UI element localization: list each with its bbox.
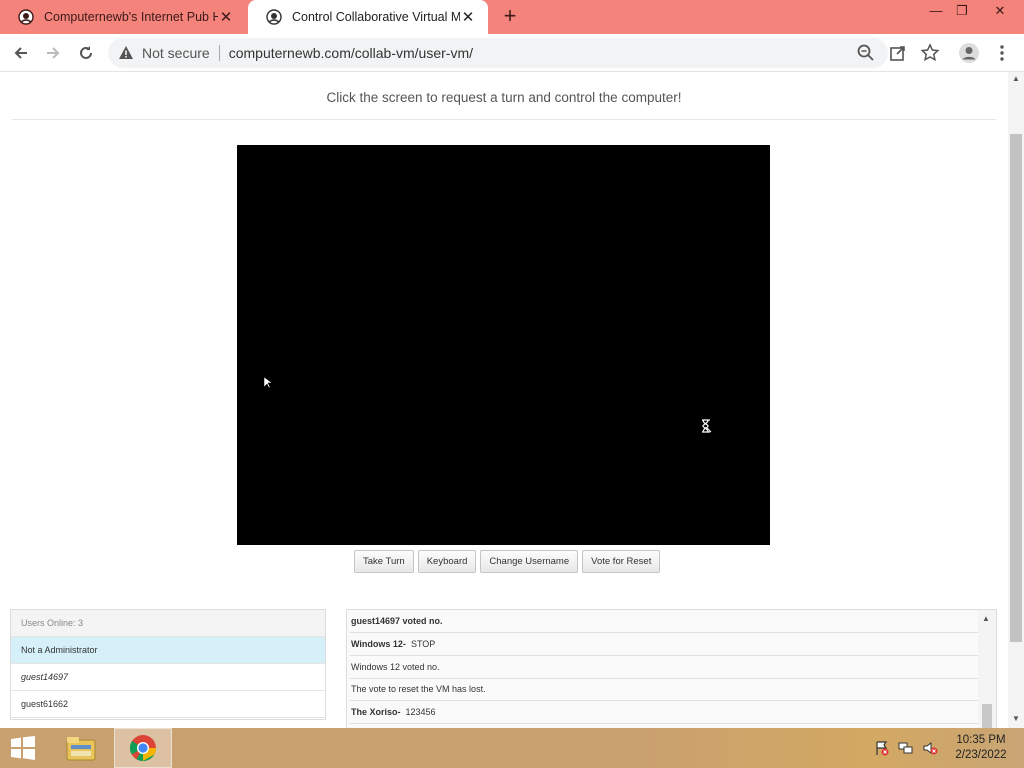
- scroll-up-arrow-icon[interactable]: ▲: [982, 614, 990, 623]
- users-online-count: Users Online: 3: [11, 610, 325, 637]
- chat-message: Windows 12 voted no.: [350, 656, 980, 679]
- chrome-taskbar-button[interactable]: [114, 728, 172, 768]
- chat-text: STOP: [410, 639, 436, 649]
- divider: [218, 45, 220, 61]
- user-list-item[interactable]: guest61662: [11, 691, 325, 718]
- profile-avatar-icon[interactable]: [958, 42, 980, 64]
- instruction-text: Click the screen to request a turn and c…: [326, 90, 682, 105]
- tab-collab-vm[interactable]: Control Collaborative Virtual Machine ✕: [248, 0, 488, 34]
- page-content: Click the screen to request a turn and c…: [0, 72, 1008, 728]
- warning-icon[interactable]: [118, 45, 134, 61]
- forward-arrow-icon[interactable]: [40, 40, 66, 66]
- chat-log[interactable]: guest14697 voted no. Windows 12- STOP Wi…: [346, 609, 997, 728]
- mouse-cursor-icon: [264, 377, 272, 389]
- windows-start-icon[interactable]: [8, 735, 38, 761]
- bookmark-star-icon[interactable]: [919, 42, 941, 64]
- site-favicon-icon: [266, 9, 282, 25]
- scroll-thumb[interactable]: [982, 704, 992, 728]
- scroll-down-arrow-icon[interactable]: ▼: [1011, 714, 1021, 723]
- vote-reset-button[interactable]: Vote for Reset: [582, 550, 661, 573]
- site-favicon-icon: [18, 9, 34, 25]
- take-turn-button[interactable]: Take Turn: [354, 550, 414, 573]
- share-icon[interactable]: [887, 42, 909, 64]
- close-window-button[interactable]: ✕: [985, 0, 1015, 24]
- chat-username: The Xoriso-: [351, 707, 401, 717]
- users-online-panel: Users Online: 3 Not a Administrator gues…: [10, 609, 326, 720]
- clock-time: 10:35 PM: [956, 734, 1006, 746]
- tab-title: Computernewb's Internet Pub Hub: [44, 10, 218, 24]
- chat-username: Windows 12-: [351, 639, 406, 649]
- address-bar[interactable]: Not secure computernewb.com/collab-vm/us…: [108, 38, 888, 68]
- chat-text: guest14697 voted no.: [351, 616, 443, 626]
- taskbar: 10:35 PM 2/23/2022: [0, 728, 1024, 768]
- chrome-icon: [129, 735, 157, 762]
- hourglass-cursor-icon: [702, 419, 712, 433]
- scroll-thumb[interactable]: [1010, 134, 1022, 642]
- tab-internet-pub-hub[interactable]: Computernewb's Internet Pub Hub ✕: [0, 0, 246, 34]
- vm-controls: Take Turn Keyboard Change Username Vote …: [354, 550, 661, 573]
- reload-icon[interactable]: [73, 40, 99, 66]
- close-icon[interactable]: ✕: [460, 8, 476, 26]
- browser-toolbar: Not secure computernewb.com/collab-vm/us…: [0, 34, 1024, 72]
- clock-date: 2/23/2022: [955, 749, 1007, 761]
- user-list-item[interactable]: guest14697: [11, 664, 325, 691]
- scroll-up-arrow-icon[interactable]: ▲: [1011, 74, 1021, 83]
- chat-message: Windows 12- STOP: [350, 633, 980, 656]
- close-icon[interactable]: ✕: [218, 8, 234, 26]
- zoom-icon[interactable]: [855, 42, 877, 64]
- chat-message: guest14697 voted no.: [350, 610, 980, 633]
- menu-kebab-icon[interactable]: [991, 42, 1013, 64]
- tab-title: Control Collaborative Virtual Machine: [292, 10, 460, 24]
- file-explorer-taskbar-button[interactable]: [52, 728, 110, 768]
- restore-button[interactable]: ❐: [947, 0, 977, 24]
- chat-scrollbar[interactable]: ▲: [978, 610, 996, 728]
- chat-text: The vote to reset the VM has lost.: [351, 684, 486, 694]
- chat-text: 123456: [405, 707, 436, 717]
- change-username-button[interactable]: Change Username: [480, 550, 579, 573]
- action-center-flag-icon[interactable]: [874, 740, 890, 756]
- divider: [12, 119, 996, 120]
- tab-strip: Computernewb's Internet Pub Hub ✕ Contro…: [0, 0, 1024, 34]
- volume-muted-icon[interactable]: [922, 740, 938, 756]
- admin-status: Not a Administrator: [11, 637, 325, 664]
- vm-display[interactable]: [237, 145, 770, 545]
- back-arrow-icon[interactable]: [8, 40, 34, 66]
- page-scrollbar[interactable]: ▲ ▼: [1008, 72, 1024, 728]
- chat-message: The vote to reset the VM has lost.: [350, 678, 980, 701]
- chat-message: The Xoriso- 123456: [350, 701, 980, 724]
- url-text[interactable]: computernewb.com/collab-vm/user-vm/: [229, 45, 473, 61]
- security-label: Not secure: [142, 45, 210, 61]
- system-clock[interactable]: 10:35 PM 2/23/2022: [948, 733, 1014, 763]
- network-icon[interactable]: [898, 740, 914, 756]
- new-tab-button[interactable]: +: [498, 5, 522, 29]
- folder-icon: [66, 737, 96, 761]
- keyboard-button[interactable]: Keyboard: [417, 550, 477, 573]
- chat-text: Windows 12 voted no.: [351, 662, 440, 672]
